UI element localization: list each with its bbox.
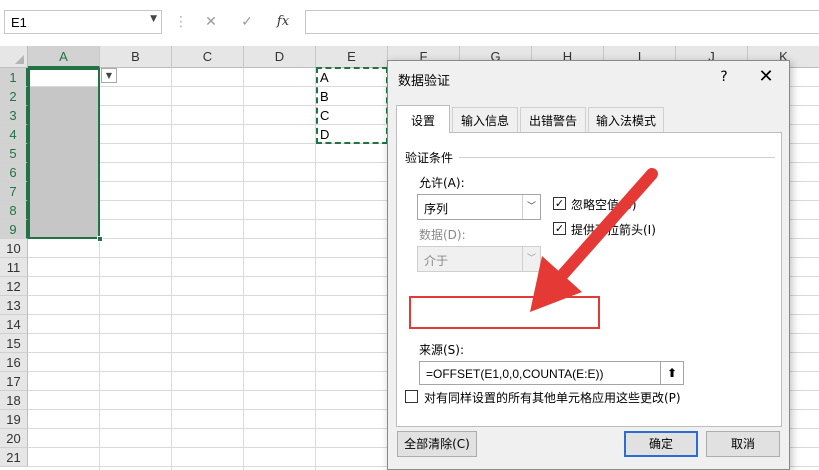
cell-e4[interactable]: D	[320, 125, 380, 144]
allow-label: 允许(A):	[419, 176, 465, 190]
data-label: 数据(D):	[419, 228, 466, 242]
source-input[interactable]: =OFFSET(E1,0,0,COUNTA(E:E))	[419, 361, 666, 385]
enter-icon[interactable]: ✓	[236, 12, 258, 32]
row-header-13[interactable]: 13	[0, 296, 28, 315]
row-header-3[interactable]: 3	[0, 106, 28, 125]
row-header-10[interactable]: 10	[0, 239, 28, 258]
formula-bar: E1 ▼ ⋮ ✕ ✓ fx	[0, 0, 819, 46]
annotation-arrow-icon	[530, 168, 658, 312]
column-header-c[interactable]: C	[172, 46, 244, 68]
tab-settings[interactable]: 设置	[396, 105, 450, 133]
cancel-icon[interactable]: ✕	[200, 12, 222, 32]
validation-dropdown-arrow[interactable]: ▼	[101, 68, 117, 83]
row-header-2[interactable]: 2	[0, 87, 28, 106]
tab-error-alert[interactable]: 出错警告	[520, 107, 586, 133]
row-header-7[interactable]: 7	[0, 182, 28, 201]
selected-range-a1-a9[interactable]	[28, 68, 100, 239]
row-header-18[interactable]: 18	[0, 391, 28, 410]
row-header-8[interactable]: 8	[0, 201, 28, 220]
row-header-20[interactable]: 20	[0, 429, 28, 448]
apply-all-label: 对有同样设置的所有其他单元格应用这些更改(P)	[424, 391, 681, 405]
row-header-1[interactable]: 1	[0, 68, 28, 87]
formula-input[interactable]	[305, 10, 819, 34]
row-header-14[interactable]: 14	[0, 315, 28, 334]
close-icon[interactable]: ✕	[754, 66, 778, 88]
group-divider	[459, 157, 775, 158]
collapse-dialog-icon[interactable]: ⬆	[660, 361, 684, 385]
fill-handle[interactable]	[97, 236, 103, 242]
chevron-down-icon[interactable]: ▼	[150, 14, 157, 24]
select-all-button[interactable]	[0, 46, 28, 68]
dialog-title: 数据验证	[398, 74, 451, 89]
row-header-15[interactable]: 15	[0, 334, 28, 353]
row-header-21[interactable]: 21	[0, 448, 28, 467]
help-icon[interactable]: ?	[714, 67, 734, 87]
clear-all-button[interactable]: 全部清除(C)	[397, 431, 477, 457]
ok-button[interactable]: 确定	[624, 431, 698, 457]
column-header-b[interactable]: B	[100, 46, 172, 68]
column-header-e[interactable]: E	[316, 46, 388, 68]
tab-ime-mode[interactable]: 输入法模式	[588, 107, 664, 133]
formula-bar-grip: ⋮	[174, 14, 188, 30]
tab-input-message[interactable]: 输入信息	[452, 107, 518, 133]
cancel-button[interactable]: 取消	[706, 431, 780, 457]
apply-all-checkbox[interactable]	[405, 390, 418, 403]
row-header-12[interactable]: 12	[0, 277, 28, 296]
column-header-a[interactable]: A	[28, 46, 100, 68]
row-header-5[interactable]: 5	[0, 144, 28, 163]
name-box[interactable]: E1 ▼	[4, 10, 162, 34]
insert-function-icon[interactable]: fx	[272, 12, 294, 32]
source-input-value: =OFFSET(E1,0,0,COUNTA(E:E))	[426, 367, 604, 381]
formula-bar-buttons: ✕ ✓ fx	[190, 10, 302, 34]
row-header-6[interactable]: 6	[0, 163, 28, 182]
validation-criteria-label: 验证条件	[405, 151, 454, 165]
row-header-11[interactable]: 11	[0, 258, 28, 277]
column-header-d[interactable]: D	[244, 46, 316, 68]
cell-e1[interactable]: A	[320, 68, 380, 87]
row-header-19[interactable]: 19	[0, 410, 28, 429]
data-select-value: 介于	[424, 254, 449, 268]
allow-select-value: 序列	[424, 202, 449, 216]
row-header-9[interactable]: 9	[0, 220, 28, 239]
row-header-4[interactable]: 4	[0, 125, 28, 144]
name-box-value: E1	[11, 15, 27, 30]
row-header-17[interactable]: 17	[0, 372, 28, 391]
source-label: 来源(S):	[419, 343, 465, 357]
row-header-16[interactable]: 16	[0, 353, 28, 372]
cell-e2[interactable]: B	[320, 87, 380, 106]
cell-e3[interactable]: C	[320, 106, 380, 125]
